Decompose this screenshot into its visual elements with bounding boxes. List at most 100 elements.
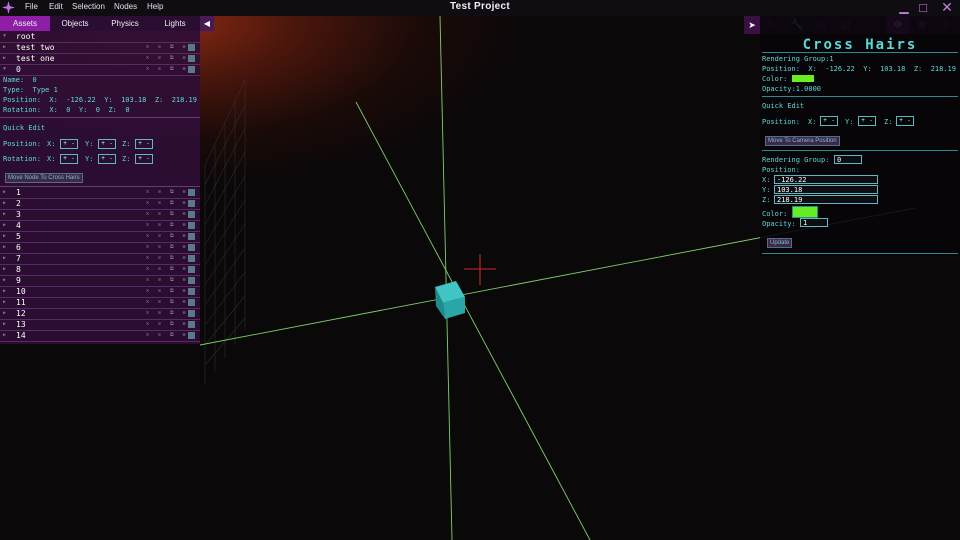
visibility-toggle[interactable] bbox=[188, 277, 195, 284]
expand-arrow-icon[interactable]: ▶ bbox=[3, 187, 6, 198]
rendering-group-input[interactable]: 0 bbox=[834, 155, 862, 164]
plus-button[interactable]: + bbox=[61, 140, 69, 148]
plus-button[interactable]: + bbox=[859, 117, 867, 125]
row-action-icons[interactable]: x ⊙ ⧉ ⊕ bbox=[146, 242, 189, 253]
chevron-right-icon[interactable]: ➤ bbox=[744, 16, 760, 34]
minus-button[interactable]: - bbox=[107, 155, 115, 163]
row-action-icons[interactable]: x ⊙ ⧉ ⊕ bbox=[146, 286, 189, 297]
row-action-icons[interactable]: x ⊙ ⧉ ⊕ bbox=[146, 319, 189, 330]
row-action-icons[interactable]: x ⊙ ⧉ ⊕ bbox=[146, 187, 189, 198]
row-action-icons[interactable]: x ⊙ ⧉ ⊕ bbox=[146, 209, 189, 220]
visibility-toggle[interactable] bbox=[188, 66, 195, 73]
row-action-icons[interactable]: x ⊙ ⧉ ⊕ bbox=[146, 275, 189, 286]
minus-button[interactable]: - bbox=[144, 140, 152, 148]
row-action-icons[interactable]: x ⊙ ⧉ ⊕ bbox=[146, 220, 189, 231]
minus-button[interactable]: - bbox=[107, 140, 115, 148]
expand-arrow-icon[interactable]: ▶ bbox=[3, 198, 6, 209]
maximize-icon[interactable]: □ bbox=[916, 1, 930, 14]
expand-arrow-icon[interactable]: ▶ bbox=[3, 53, 6, 64]
crosshair-y-stepper[interactable]: + - bbox=[858, 116, 876, 126]
minus-button[interactable]: - bbox=[69, 140, 77, 148]
expand-arrow-icon[interactable]: ▶ bbox=[3, 253, 6, 264]
minus-button[interactable]: - bbox=[905, 117, 913, 125]
visibility-toggle[interactable] bbox=[188, 189, 195, 196]
expand-arrow-icon[interactable]: ▶ bbox=[3, 264, 6, 275]
row-action-icons[interactable]: x ⊙ ⧉ ⊕ bbox=[146, 308, 189, 319]
visibility-toggle[interactable] bbox=[188, 255, 195, 262]
row-action-icons[interactable]: x ⊙ ⧉ ⊕ bbox=[146, 198, 189, 209]
rotation-x-stepper[interactable]: + - bbox=[60, 154, 78, 164]
row-action-icons[interactable]: x ⊙ ⧉ ⊕ bbox=[146, 231, 189, 242]
opacity-input[interactable]: 1 bbox=[800, 218, 828, 227]
tab-physics[interactable]: Physics bbox=[100, 16, 150, 31]
row-action-icons[interactable]: x ⊙ ⧉ ⊕ bbox=[146, 330, 189, 341]
plus-button[interactable]: + bbox=[821, 117, 829, 125]
expand-arrow-icon[interactable]: ▶ bbox=[3, 220, 6, 231]
visibility-toggle[interactable] bbox=[188, 211, 195, 218]
expand-arrow-icon[interactable]: ▶ bbox=[3, 231, 6, 242]
rotation-y-stepper[interactable]: + - bbox=[98, 154, 116, 164]
position-x-input[interactable]: -126.22 bbox=[774, 175, 878, 184]
minus-button[interactable]: - bbox=[69, 155, 77, 163]
expand-arrow-icon[interactable]: ▶ bbox=[3, 209, 6, 220]
visibility-toggle[interactable] bbox=[188, 321, 195, 328]
row-action-icons[interactable]: x ⊙ ⧉ ⊕ bbox=[146, 264, 189, 275]
expand-arrow-icon[interactable]: ▶ bbox=[3, 319, 6, 330]
chevron-left-icon[interactable]: ◀ bbox=[200, 16, 214, 31]
visibility-toggle[interactable] bbox=[188, 332, 195, 339]
tree-row-0[interactable]: ▼ 0 x ⊙ ⧉ ⊕ bbox=[0, 64, 200, 76]
row-action-icons[interactable]: x ⊙ ⧉ ⊕ bbox=[146, 297, 189, 308]
move-to-camera-position-button[interactable]: Move To Camera Position bbox=[765, 136, 840, 146]
visibility-toggle[interactable] bbox=[188, 55, 195, 62]
rotation-z-stepper[interactable]: + - bbox=[135, 154, 153, 164]
visibility-toggle[interactable] bbox=[188, 266, 195, 273]
minus-button[interactable]: - bbox=[867, 117, 875, 125]
position-z-stepper[interactable]: + - bbox=[135, 139, 153, 149]
position-y-input[interactable]: 103.18 bbox=[774, 185, 878, 194]
visibility-toggle[interactable] bbox=[188, 200, 195, 207]
visibility-toggle[interactable] bbox=[188, 299, 195, 306]
expand-arrow-icon[interactable]: ▶ bbox=[3, 297, 6, 308]
expand-arrow-icon[interactable]: ▶ bbox=[3, 308, 6, 319]
move-node-to-crosshairs-button[interactable]: Move Node To Cross Hairs bbox=[5, 173, 83, 183]
position-y-stepper[interactable]: + - bbox=[98, 139, 116, 149]
crosshair-marker[interactable] bbox=[464, 254, 496, 285]
position-z-input[interactable]: 218.19 bbox=[774, 195, 878, 204]
expand-arrow-icon[interactable]: ▶ bbox=[3, 330, 6, 341]
visibility-toggle[interactable] bbox=[188, 244, 195, 251]
row-action-icons[interactable]: x ⊙ ⧉ ⊕ bbox=[146, 253, 189, 264]
plus-button[interactable]: + bbox=[136, 155, 144, 163]
menu-nodes[interactable]: Nodes bbox=[114, 2, 137, 11]
minus-button[interactable]: - bbox=[144, 155, 152, 163]
position-x-stepper[interactable]: + - bbox=[60, 139, 78, 149]
expand-arrow-icon[interactable]: ▶ bbox=[3, 42, 6, 53]
list-item[interactable]: ▶ 14 x ⊙ ⧉ ⊕ bbox=[0, 330, 200, 342]
plus-button[interactable]: + bbox=[99, 155, 107, 163]
expand-arrow-icon[interactable]: ▼ bbox=[3, 31, 6, 42]
visibility-toggle[interactable] bbox=[188, 222, 195, 229]
row-action-icons[interactable]: x ⊙ ⧉ ⊕ bbox=[146, 53, 189, 64]
crosshair-x-stepper[interactable]: + - bbox=[820, 116, 838, 126]
visibility-toggle[interactable] bbox=[188, 310, 195, 317]
tab-objects[interactable]: Objects bbox=[50, 16, 100, 31]
crosshair-z-stepper[interactable]: + - bbox=[896, 116, 914, 126]
menu-selection[interactable]: Selection bbox=[72, 2, 105, 11]
tab-assets[interactable]: Assets bbox=[0, 16, 50, 31]
tab-lights[interactable]: Lights bbox=[150, 16, 200, 31]
minus-button[interactable]: - bbox=[829, 117, 837, 125]
plus-button[interactable]: + bbox=[99, 140, 107, 148]
close-icon[interactable]: ✕ bbox=[940, 0, 954, 14]
visibility-toggle[interactable] bbox=[188, 288, 195, 295]
color-picker[interactable] bbox=[792, 206, 818, 218]
expand-arrow-icon[interactable]: ▶ bbox=[3, 286, 6, 297]
visibility-toggle[interactable] bbox=[188, 44, 195, 51]
plus-button[interactable]: + bbox=[136, 140, 144, 148]
row-action-icons[interactable]: x ⊙ ⧉ ⊕ bbox=[146, 42, 189, 53]
selected-cube-node[interactable] bbox=[435, 281, 465, 319]
expand-arrow-icon[interactable]: ▶ bbox=[3, 275, 6, 286]
update-button[interactable]: Update bbox=[767, 238, 793, 248]
menu-edit[interactable]: Edit bbox=[49, 2, 63, 11]
menu-file[interactable]: File bbox=[25, 2, 38, 11]
visibility-toggle[interactable] bbox=[188, 233, 195, 240]
plus-button[interactable]: + bbox=[61, 155, 69, 163]
